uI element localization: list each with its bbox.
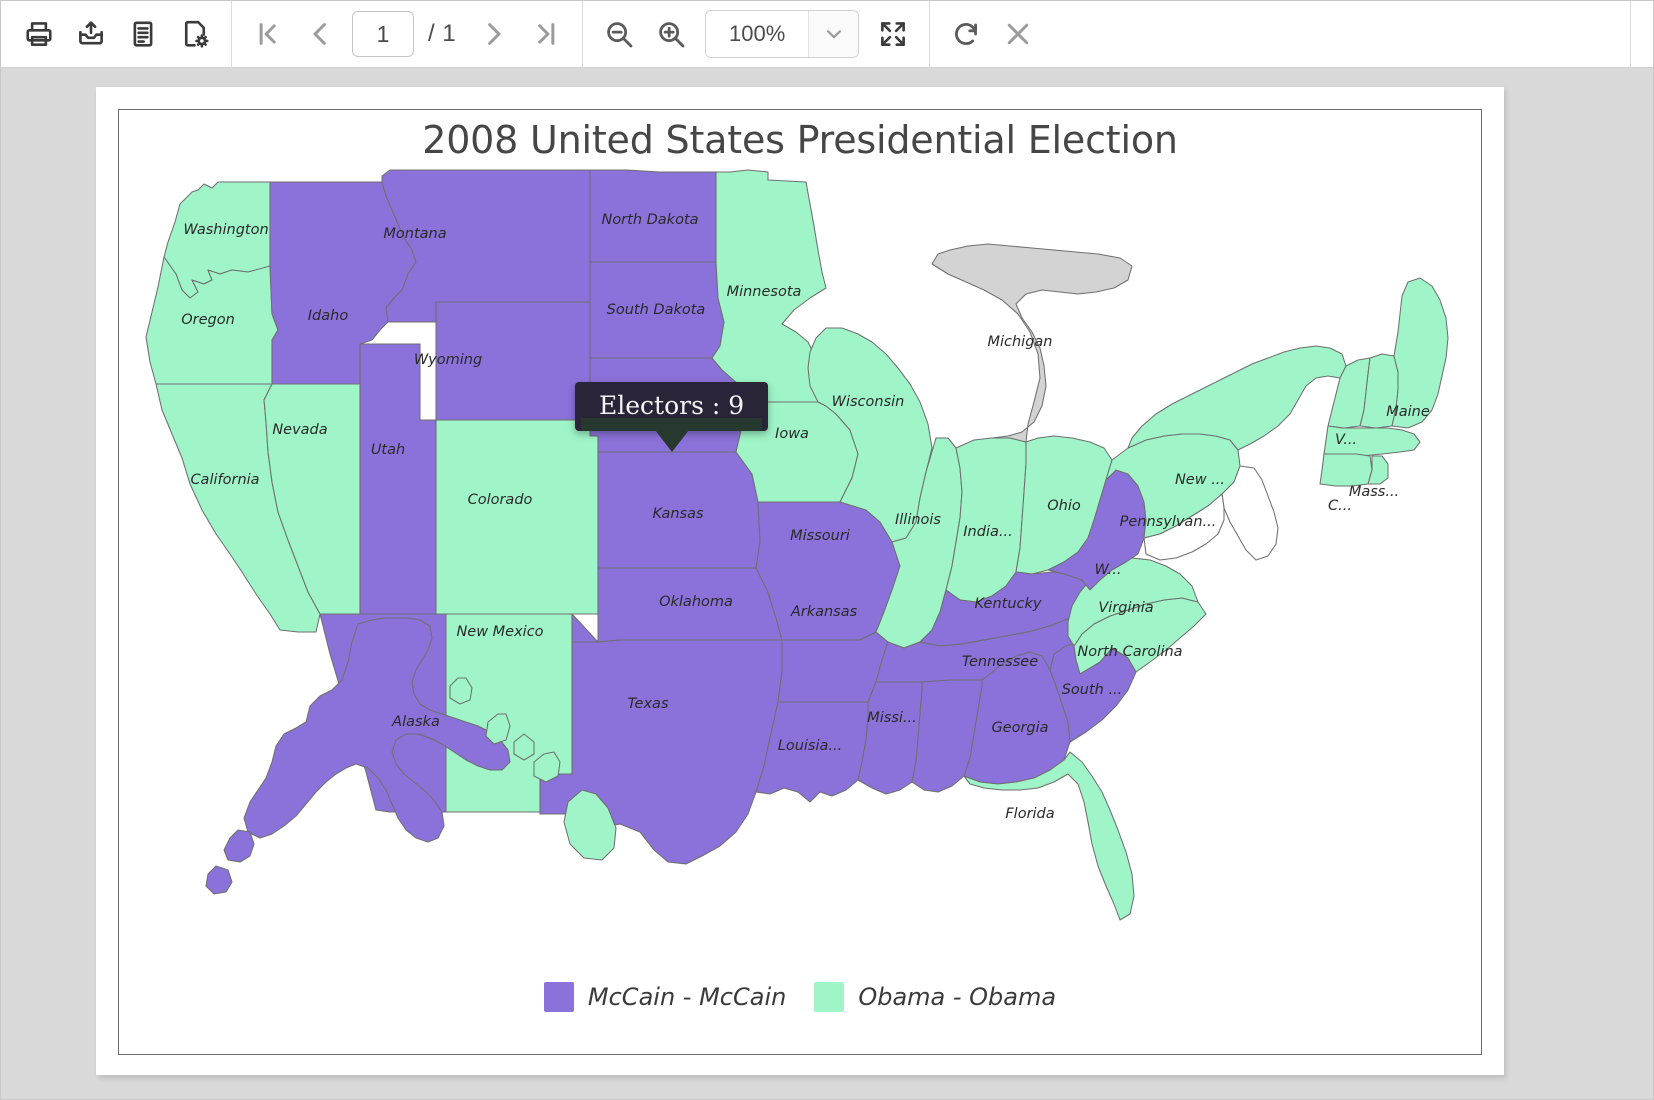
state-maine[interactable] [1391, 277, 1449, 429]
page-settings-icon [184, 20, 209, 48]
fit-to-page-icon [881, 22, 906, 46]
toolbar-divider-4 [1630, 0, 1631, 68]
last-page-icon [538, 23, 555, 45]
label-michigan: Michigan [987, 334, 1052, 350]
map-legend: McCain - McCain Obama - Obama [119, 982, 1481, 1012]
legend-item-obama[interactable]: Obama - Obama [814, 982, 1056, 1012]
printer-icon [26, 22, 52, 46]
previous-page-icon [313, 23, 326, 45]
fit-to-page-button[interactable] [867, 8, 919, 60]
state-kansas[interactable] [597, 451, 761, 569]
report-viewer-canvas[interactable]: 2008 United States Presidential Election [1, 68, 1653, 1099]
page-setup-button[interactable] [169, 8, 221, 60]
refresh-button[interactable] [940, 8, 992, 60]
refresh-icon [955, 23, 978, 46]
zoom-in-icon [659, 22, 685, 48]
toolbar-pagination-group: 1 / 1 [242, 1, 572, 67]
next-page-button[interactable] [468, 8, 520, 60]
report-frame: 2008 United States Presidential Election [118, 109, 1482, 1055]
chevron-down-icon [826, 30, 841, 39]
legend-label-mccain: McCain - McCain [587, 983, 787, 1011]
export-icon [79, 21, 103, 45]
previous-page-button[interactable] [294, 8, 346, 60]
state-arkansas[interactable] [777, 631, 889, 703]
page-number-input[interactable]: 1 [352, 11, 414, 57]
close-icon [1007, 23, 1029, 45]
first-page-button[interactable] [242, 8, 294, 60]
toolbar-actions-group [940, 1, 1044, 67]
tooltip-text: Electors : 9 [599, 391, 745, 420]
export-button[interactable] [65, 8, 117, 60]
state-connecticut[interactable] [1319, 453, 1373, 487]
toolbar-divider-3 [929, 0, 931, 68]
state-north-dakota[interactable] [589, 169, 717, 263]
state-montana[interactable] [381, 169, 591, 323]
zoom-level-select[interactable]: 100% [705, 10, 860, 58]
legend-swatch-mccain [543, 982, 574, 1012]
zoom-level-value: 100% [706, 11, 809, 57]
legend-label-obama: Obama - Obama [858, 983, 1057, 1011]
page-number-value: 1 [376, 20, 390, 47]
state-south-dakota[interactable] [589, 261, 725, 359]
us-map-svg[interactable]: Washington Oregon California Nevada Idah… [119, 162, 1481, 952]
state-new-york[interactable] [1127, 345, 1347, 451]
label-connecticut: C... [1328, 498, 1352, 514]
toolbar-divider-2 [582, 0, 584, 68]
state-missouri[interactable] [755, 501, 901, 641]
report-viewer-window: 1 / 1 100% 2008 United States Presidenti… [0, 0, 1654, 1100]
document-map-button[interactable] [117, 8, 169, 60]
document-icon [133, 21, 153, 47]
next-page-icon [488, 23, 501, 45]
print-button[interactable] [13, 8, 65, 60]
state-michigan[interactable] [931, 243, 1133, 443]
label-florida: Florida [1005, 806, 1054, 822]
map-tooltip: Electors : 9 [575, 382, 769, 452]
zoom-out-button[interactable] [593, 8, 645, 60]
toolbar-zoom-group: 100% [593, 1, 919, 67]
close-button[interactable] [992, 8, 1044, 60]
state-wyoming[interactable] [435, 301, 591, 435]
toolbar-divider-1 [231, 0, 232, 68]
zoom-in-button[interactable] [645, 8, 697, 60]
page-total-label: / 1 [428, 20, 457, 47]
first-page-icon [259, 23, 276, 45]
map-states[interactable] [145, 169, 1449, 921]
last-page-button[interactable] [520, 8, 572, 60]
toolbar-file-group [13, 1, 221, 67]
page-title: 2008 United States Presidential Election [422, 118, 1178, 162]
tooltip-pointer [654, 430, 689, 452]
state-colorado[interactable] [435, 419, 599, 615]
zoom-out-icon [607, 22, 633, 48]
zoom-dropdown-button[interactable] [808, 11, 859, 57]
alaska-aleutian-islands [205, 829, 255, 895]
state-utah[interactable] [359, 343, 437, 615]
state-oklahoma[interactable] [571, 567, 783, 643]
us-map[interactable]: Washington Oregon California Nevada Idah… [119, 162, 1481, 952]
state-massachusetts[interactable] [1323, 425, 1421, 457]
legend-item-mccain[interactable]: McCain - McCain [543, 982, 787, 1012]
report-page-sheet: 2008 United States Presidential Election [96, 87, 1504, 1075]
state-oregon[interactable] [145, 256, 279, 385]
label-massachusetts: Mass... [1349, 484, 1399, 500]
report-toolbar: 1 / 1 100% [1, 0, 1653, 68]
legend-swatch-obama [814, 982, 845, 1012]
